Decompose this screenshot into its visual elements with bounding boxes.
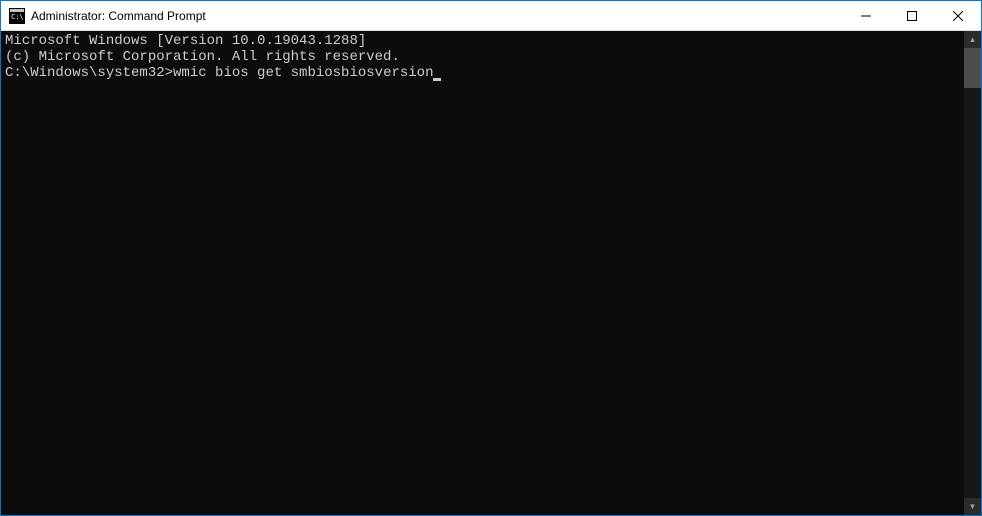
minimize-button[interactable] <box>843 1 889 30</box>
close-button[interactable] <box>935 1 981 30</box>
titlebar[interactable]: C:\ Administrator: Command Prompt <box>1 1 981 31</box>
command-input: wmic bios get smbiosbiosversion <box>173 65 433 81</box>
terminal-line: Microsoft Windows [Version 10.0.19043.12… <box>5 33 960 49</box>
scroll-down-arrow[interactable]: ▼ <box>964 498 981 515</box>
window-title: Administrator: Command Prompt <box>31 9 206 23</box>
scroll-up-arrow[interactable]: ▲ <box>964 31 981 48</box>
command-prompt-window: C:\ Administrator: Command Prompt Micros… <box>0 0 982 516</box>
svg-text:C:\: C:\ <box>11 13 24 21</box>
terminal-area: Microsoft Windows [Version 10.0.19043.12… <box>1 31 981 515</box>
maximize-button[interactable] <box>889 1 935 30</box>
terminal-output[interactable]: Microsoft Windows [Version 10.0.19043.12… <box>1 31 964 515</box>
window-controls <box>843 1 981 30</box>
scrollbar-thumb[interactable] <box>964 48 981 88</box>
cmd-icon: C:\ <box>9 8 25 24</box>
terminal-line: (c) Microsoft Corporation. All rights re… <box>5 49 960 65</box>
vertical-scrollbar[interactable]: ▲ ▼ <box>964 31 981 515</box>
scrollbar-track[interactable] <box>964 48 981 498</box>
cursor <box>433 78 441 81</box>
prompt: C:\Windows\system32> <box>5 65 173 81</box>
